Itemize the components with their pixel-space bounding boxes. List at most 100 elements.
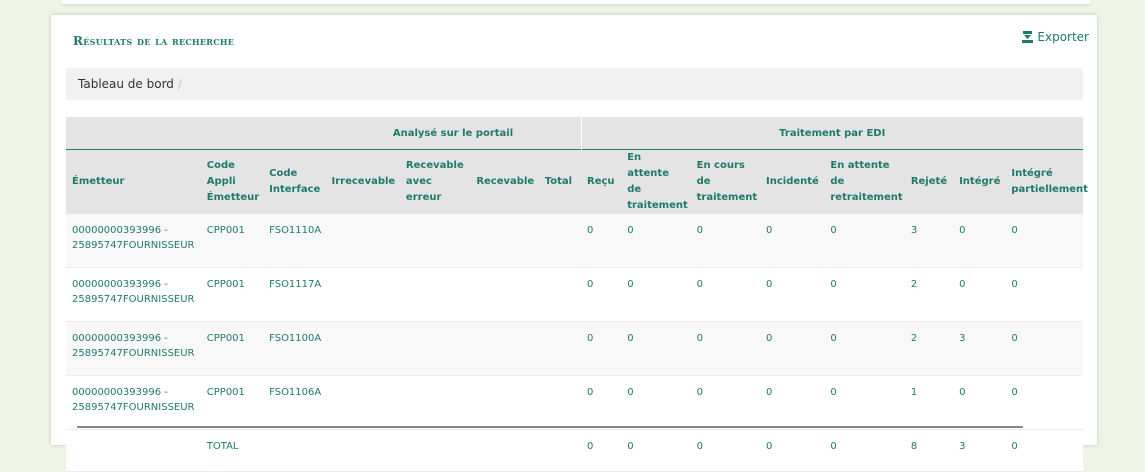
cell-rejete[interactable]: 1 (904, 375, 954, 430)
total-cell-empty (470, 429, 539, 472)
cell-incidente[interactable]: 0 (760, 375, 825, 430)
total-incidente: 0 (760, 429, 825, 472)
horizontal-scrollbar[interactable] (77, 426, 1023, 428)
cell-irrecevable (325, 321, 400, 376)
col-header-emetteur[interactable]: Émetteur (66, 149, 201, 214)
col-header-irrecevable[interactable]: Irrecevable (325, 149, 400, 214)
download-icon (1022, 31, 1034, 43)
cell-integre-partiel[interactable]: 0 (1005, 267, 1083, 322)
cell-integre[interactable]: 0 (953, 375, 1006, 430)
cell-recevable-erreur (399, 214, 471, 268)
total-rejete: 8 (904, 429, 954, 472)
total-recu: 0 (581, 429, 622, 472)
cell-emetteur[interactable]: 00000000393996 - 25895747FOURNISSEUR (66, 321, 201, 376)
cell-incidente[interactable]: 0 (760, 214, 825, 268)
col-header-incidente[interactable]: Incidenté (760, 149, 825, 214)
total-attente: 0 (621, 429, 691, 472)
cell-emetteur[interactable]: 00000000393996 - 25895747FOURNISSEUR (66, 375, 201, 430)
cell-code-interface: FSO1110A (263, 214, 326, 268)
col-header-attente-retraitement[interactable]: En attente de retraitement (824, 149, 905, 214)
cell-recu[interactable]: 0 (581, 321, 622, 376)
cell-en-cours[interactable]: 0 (690, 214, 760, 268)
cell-attente-retraitement[interactable]: 0 (824, 267, 905, 322)
cell-code-appli: CPP001 (200, 214, 264, 268)
cell-recu[interactable]: 0 (581, 214, 622, 268)
col-header-integre[interactable]: Intégré (953, 149, 1006, 214)
cell-rejete[interactable]: 2 (904, 267, 954, 322)
cell-attente[interactable]: 0 (621, 214, 691, 268)
col-header-code-interface[interactable]: Code Interface (263, 149, 326, 214)
total-row: TOTAL 0 0 0 0 0 8 3 0 (66, 429, 1083, 472)
breadcrumb: Tableau de bord / (66, 68, 1083, 100)
cell-attente-retraitement[interactable]: 0 (824, 214, 905, 268)
total-integre-partiel: 0 (1005, 429, 1083, 472)
cell-attente[interactable]: 0 (621, 321, 691, 376)
panel-title: Résultats de la recherche (73, 34, 235, 48)
col-header-recevable-erreur[interactable]: Recevable avec erreur (399, 149, 471, 214)
cell-recevable (470, 214, 539, 268)
cell-code-appli: CPP001 (200, 375, 264, 430)
cell-integre-partiel[interactable]: 0 (1005, 375, 1083, 430)
cell-rejete[interactable]: 2 (904, 321, 954, 376)
cell-attente-retraitement[interactable]: 0 (824, 321, 905, 376)
cell-integre[interactable]: 0 (953, 267, 1006, 322)
col-header-rejete[interactable]: Rejeté (904, 149, 954, 214)
cell-recu[interactable]: 0 (581, 267, 622, 322)
cell-recevable-erreur (399, 375, 471, 430)
cell-recevable (470, 375, 539, 430)
total-cell-empty (263, 429, 326, 472)
cell-integre-partiel[interactable]: 0 (1005, 214, 1083, 268)
cell-irrecevable (325, 267, 400, 322)
col-header-integre-partiel[interactable]: Intégré partiellement (1005, 149, 1088, 214)
table-row: 00000000393996 - 25895747FOURNISSEUR CPP… (66, 214, 1083, 268)
col-header-total[interactable]: Total (538, 149, 581, 214)
group-header-row: Analysé sur le portail Traitement par ED… (66, 117, 1083, 150)
export-label: Exporter (1037, 30, 1089, 44)
total-cell-empty (399, 429, 471, 472)
table-row: 00000000393996 - 25895747FOURNISSEUR CPP… (66, 267, 1083, 322)
col-header-recevable[interactable]: Recevable (470, 149, 539, 214)
cell-recu[interactable]: 0 (581, 375, 622, 430)
group-header-edi: Traitement par EDI (580, 117, 1083, 150)
col-header-attente[interactable]: En attente de traitement (621, 149, 691, 214)
breadcrumb-separator: / (177, 77, 182, 91)
export-button[interactable]: Exporter (1022, 30, 1089, 44)
cell-incidente[interactable]: 0 (760, 321, 825, 376)
cell-emetteur[interactable]: 00000000393996 - 25895747FOURNISSEUR (66, 214, 201, 268)
results-table-container: Analysé sur le portail Traitement par ED… (66, 117, 1088, 472)
cell-emetteur[interactable]: 00000000393996 - 25895747FOURNISSEUR (66, 267, 201, 322)
col-header-recu[interactable]: Reçu (581, 149, 622, 214)
cell-integre[interactable]: 3 (953, 321, 1006, 376)
cell-total (538, 321, 581, 376)
total-en-cours: 0 (690, 429, 760, 472)
cell-code-appli: CPP001 (200, 267, 264, 322)
table-row: 00000000393996 - 25895747FOURNISSEUR CPP… (66, 321, 1083, 376)
cell-incidente[interactable]: 0 (760, 267, 825, 322)
col-header-en-cours[interactable]: En cours de traitement (690, 149, 760, 214)
cell-irrecevable (325, 214, 400, 268)
total-integre: 3 (953, 429, 1006, 472)
group-header-spacer (66, 117, 326, 150)
cell-code-interface: FSO1106A (263, 375, 326, 430)
cell-integre[interactable]: 0 (953, 214, 1006, 268)
total-cell-empty (538, 429, 581, 472)
cell-integre-partiel[interactable]: 0 (1005, 321, 1083, 376)
cell-en-cours[interactable]: 0 (690, 375, 760, 430)
cell-attente[interactable]: 0 (621, 375, 691, 430)
cell-code-interface: FSO1100A (263, 321, 326, 376)
group-header-portal: Analysé sur le portail (325, 117, 581, 150)
cell-code-appli: CPP001 (200, 321, 264, 376)
cell-en-cours[interactable]: 0 (690, 321, 760, 376)
cell-en-cours[interactable]: 0 (690, 267, 760, 322)
table-row: 00000000393996 - 25895747FOURNISSEUR CPP… (66, 375, 1083, 430)
results-panel: Résultats de la recherche Exporter Table… (51, 15, 1097, 472)
cell-attente[interactable]: 0 (621, 267, 691, 322)
total-cell-empty (325, 429, 400, 472)
cell-attente-retraitement[interactable]: 0 (824, 375, 905, 430)
cell-rejete[interactable]: 3 (904, 214, 954, 268)
breadcrumb-item-dashboard[interactable]: Tableau de bord (78, 77, 174, 91)
cell-irrecevable (325, 375, 400, 430)
col-header-code-appli[interactable]: Code Appli Émetteur (200, 149, 264, 214)
cell-recevable-erreur (399, 267, 471, 322)
total-cell-empty (66, 429, 201, 472)
